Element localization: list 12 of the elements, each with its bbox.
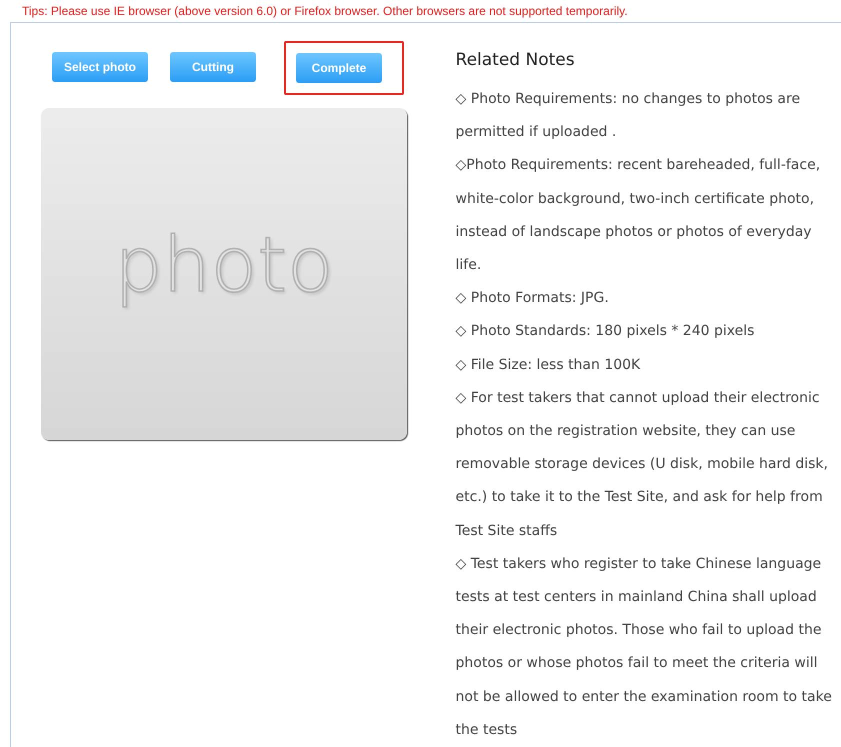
note-paragraph: ◇ Photo Standards: 180 pixels * 240 pixels [456,322,756,342]
note-paragraph: ◇ For test takers that cannot upload their electronic photos on the registration website, they can use removable storage devices (U disk, mobile hard disk, etc.) to take it to the Test Site, and ask for help from Test Site staffs [456,388,829,541]
note-paragraph: ◇ Test takers who register to take Chinese language tests at test centers in mainland China shall upload their electronic photos. Those who fail to upload the photos or whose photos fail to meet the criteria will not be allowed to enter the examination room to take the tests [456,554,833,740]
action-button[interactable]: Cutting [170,52,256,82]
notes-title: Related Notes [456,50,576,70]
note-paragraph: ◇ Photo Requirements: no changes to photos are permitted if uploaded . [456,90,802,142]
action-button[interactable]: Select photo [52,52,148,82]
action-button[interactable]: Complete [296,53,382,83]
browser-tip: Tips: Please use IE browser (above version 6.0) or Firefox browser. Other browsers are not supported temporarily. [22,4,628,18]
note-paragraph: ◇ File Size: less than 100K [456,356,642,375]
note-paragraph: ◇ Photo Formats: JPG. [456,289,610,308]
note-paragraph: ◇Photo Requirements: recent bareheaded, full-face, white-color background, two-inch certificate photo, instead of landscape photos or photos of everyday life. [456,156,822,276]
